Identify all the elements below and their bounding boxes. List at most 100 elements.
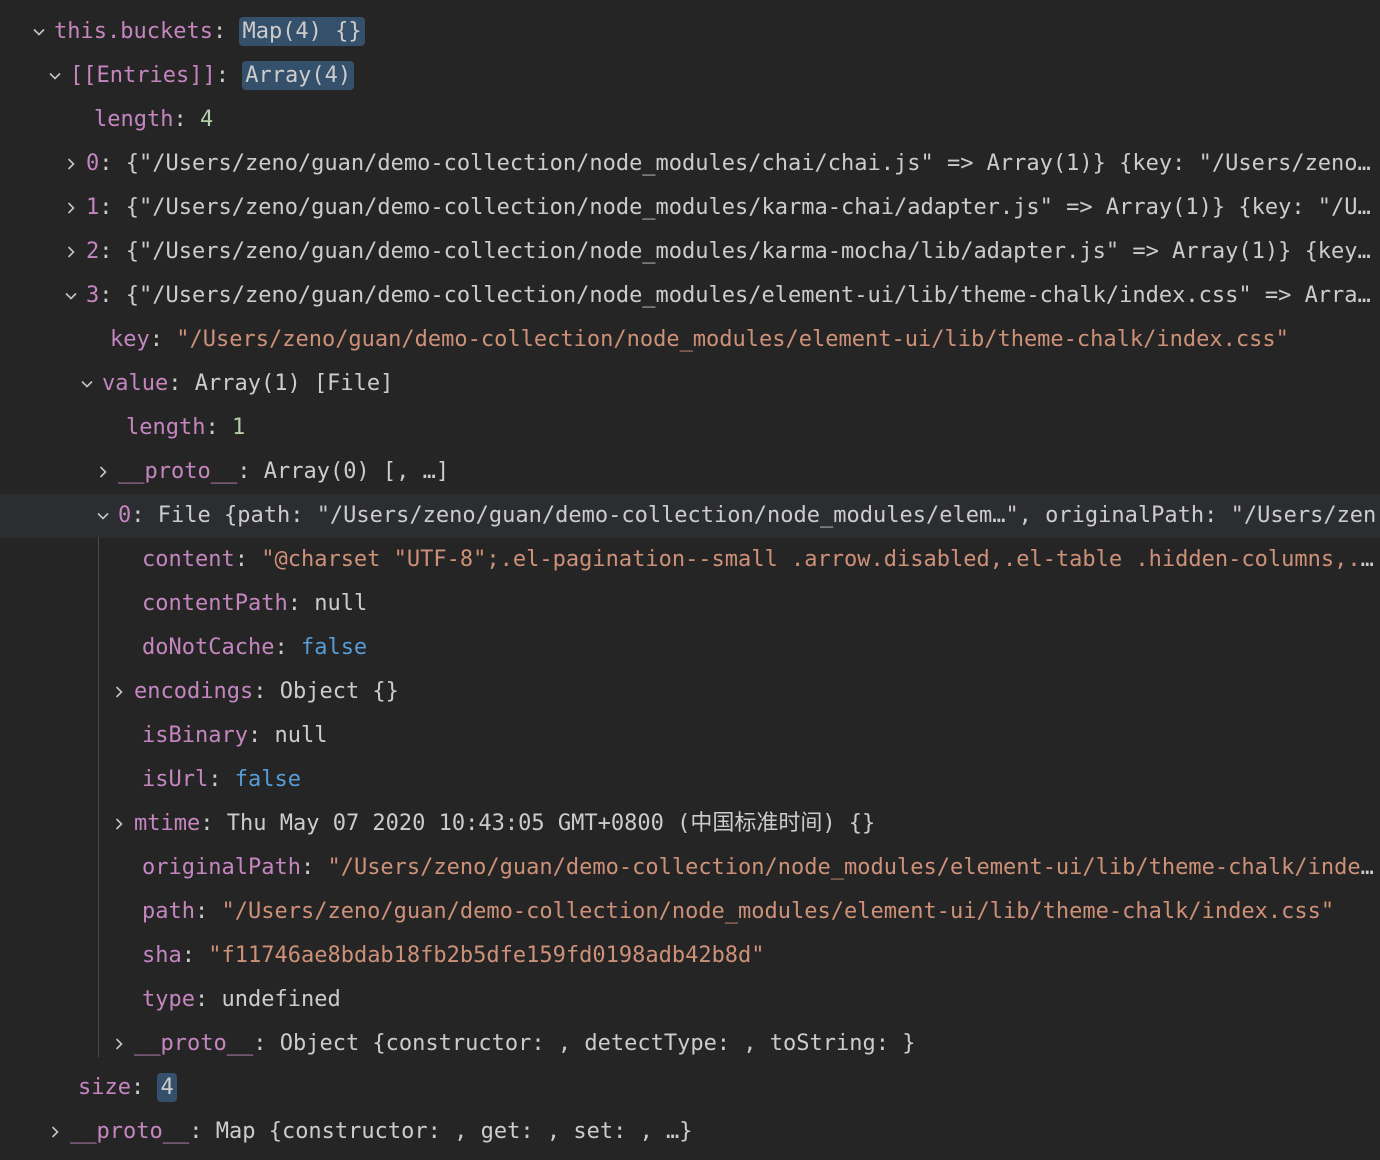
variable-value: null xyxy=(314,591,368,616)
variable-row[interactable]: mtime: Thu May 07 2020 10:43:05 GMT+0800… xyxy=(0,802,1380,846)
chevron-down-icon[interactable] xyxy=(78,362,96,406)
variable-value: 4 xyxy=(199,107,214,132)
variable-name: value xyxy=(102,371,169,396)
variable-value: "@charset "UTF-8";.el-pagination--small … xyxy=(261,547,1380,572)
variable-value: Array(4) xyxy=(242,61,355,90)
colon-separator: : xyxy=(99,195,126,220)
variable-row[interactable]: encodings: Object {} xyxy=(0,670,1380,714)
colon-separator: : xyxy=(253,1031,280,1056)
variable-name: 3 xyxy=(86,283,100,308)
variable-value: {"/Users/zeno/guan/demo-collection/node_… xyxy=(125,239,1380,264)
variable-name: 1 xyxy=(86,195,100,220)
variable-value: undefined xyxy=(221,987,341,1012)
variable-name: doNotCache xyxy=(142,635,275,660)
chevron-down-icon[interactable] xyxy=(30,10,48,54)
chevron-right-icon[interactable] xyxy=(62,142,80,186)
colon-separator: : xyxy=(234,547,262,572)
variable-row[interactable]: 0: {"/Users/zeno/guan/demo-collection/no… xyxy=(0,142,1380,186)
colon-separator: : xyxy=(253,679,280,704)
variable-row[interactable]: isBinary: null xyxy=(0,714,1380,758)
colon-separator: : xyxy=(149,327,177,352)
variable-name: 0 xyxy=(86,151,100,176)
variable-row[interactable]: contentPath: null xyxy=(0,582,1380,626)
variable-name: __proto__ xyxy=(70,1119,190,1144)
variable-value: "/Users/zeno/guan/demo-collection/node_m… xyxy=(221,899,1335,924)
variable-name: __proto__ xyxy=(118,459,238,484)
variable-name: path xyxy=(142,899,195,924)
variable-row[interactable]: sha: "f11746ae8bdab18fb2b5dfe159fd0198ad… xyxy=(0,934,1380,978)
variable-value: false xyxy=(234,767,301,792)
colon-separator: : xyxy=(99,283,126,308)
variable-row[interactable]: size: 4 xyxy=(0,1066,1380,1110)
variable-row[interactable]: __proto__: Map {constructor: , get: , se… xyxy=(0,1110,1380,1154)
variable-value: Object {} xyxy=(279,679,399,704)
variable-row[interactable]: originalPath: "/Users/zeno/guan/demo-col… xyxy=(0,846,1380,890)
variable-value: 1 xyxy=(231,415,246,440)
variable-row[interactable]: __proto__: Object {constructor: , detect… xyxy=(0,1022,1380,1066)
variable-row[interactable]: length: 4 xyxy=(0,98,1380,142)
variable-row[interactable]: 0: File {path: "/Users/zeno/guan/demo-co… xyxy=(0,494,1380,538)
variable-value: "f11746ae8bdab18fb2b5dfe159fd0198adb42b8… xyxy=(208,943,765,968)
variable-value: null xyxy=(274,723,328,748)
variable-name: key xyxy=(110,327,150,352)
variable-name: 0 xyxy=(118,503,132,528)
variable-value: {"/Users/zeno/guan/demo-collection/node_… xyxy=(125,283,1380,308)
variable-row[interactable]: length: 1 xyxy=(0,406,1380,450)
chevron-right-icon[interactable] xyxy=(110,802,128,846)
chevron-right-icon[interactable] xyxy=(62,230,80,274)
variable-value: Object {constructor: , detectType: , toS… xyxy=(279,1031,916,1056)
variable-name: __proto__ xyxy=(134,1031,254,1056)
variable-row[interactable]: this.buckets: Map(4) {} xyxy=(0,10,1380,54)
variable-value: {"/Users/zeno/guan/demo-collection/node_… xyxy=(125,195,1380,220)
variable-row[interactable]: 3: {"/Users/zeno/guan/demo-collection/no… xyxy=(0,274,1380,318)
variable-row[interactable]: __proto__: Array(0) [, …] xyxy=(0,450,1380,494)
variable-value: false xyxy=(300,635,368,660)
variable-name: length xyxy=(94,107,174,132)
colon-separator: : xyxy=(274,635,301,660)
variable-row[interactable]: doNotCache: false xyxy=(0,626,1380,670)
variable-row[interactable]: content: "@charset "UTF-8";.el-paginatio… xyxy=(0,538,1380,582)
variable-row[interactable]: value: Array(1) [File] xyxy=(0,362,1380,406)
debug-variables-tree: this.buckets: Map(4) {} [[Entries]]: Arra… xyxy=(0,10,1380,1154)
chevron-right-icon[interactable] xyxy=(110,670,128,714)
chevron-down-icon[interactable] xyxy=(94,494,112,538)
indent-guide xyxy=(98,537,99,1057)
colon-separator: : xyxy=(173,107,200,132)
variable-name: contentPath xyxy=(142,591,288,616)
variable-row[interactable]: 2: {"/Users/zeno/guan/demo-collection/no… xyxy=(0,230,1380,274)
chevron-right-icon[interactable] xyxy=(62,186,80,230)
colon-separator: : xyxy=(168,371,195,396)
variable-row[interactable]: type: undefined xyxy=(0,978,1380,1022)
colon-separator: : xyxy=(189,1119,216,1144)
colon-separator: : xyxy=(237,459,264,484)
variable-name: size xyxy=(78,1075,131,1100)
colon-separator: : xyxy=(99,151,126,176)
variable-name: [[Entries]] xyxy=(70,63,216,88)
variable-value: Array(1) [File] xyxy=(194,371,394,396)
chevron-down-icon[interactable] xyxy=(46,54,64,98)
variable-name: sha xyxy=(142,943,182,968)
colon-separator: : xyxy=(212,19,240,44)
chevron-right-icon[interactable] xyxy=(110,1022,128,1066)
variable-name: isUrl xyxy=(142,767,209,792)
chevron-right-icon[interactable] xyxy=(94,450,112,494)
variable-name: this.buckets xyxy=(54,19,213,44)
variable-value: File {path: "/Users/zeno/guan/demo-colle… xyxy=(157,503,1377,528)
variable-name: 2 xyxy=(86,239,100,264)
chevron-right-icon[interactable] xyxy=(46,1110,64,1154)
variable-name: type xyxy=(142,987,195,1012)
variable-row[interactable]: key: "/Users/zeno/guan/demo-collection/n… xyxy=(0,318,1380,362)
colon-separator: : xyxy=(247,723,275,748)
colon-separator: : xyxy=(200,811,227,836)
colon-separator: : xyxy=(287,591,315,616)
variable-row[interactable]: isUrl: false xyxy=(0,758,1380,802)
variable-row[interactable]: [[Entries]]: Array(4) xyxy=(0,54,1380,98)
chevron-down-icon[interactable] xyxy=(62,274,80,318)
colon-separator: : xyxy=(194,899,222,924)
colon-separator: : xyxy=(181,943,209,968)
variable-name: encodings xyxy=(134,679,254,704)
variable-row[interactable]: path: "/Users/zeno/guan/demo-collection/… xyxy=(0,890,1380,934)
colon-separator: : xyxy=(194,987,222,1012)
variable-row[interactable]: 1: {"/Users/zeno/guan/demo-collection/no… xyxy=(0,186,1380,230)
variable-value: Thu May 07 2020 10:43:05 GMT+0800 (中国标准时… xyxy=(226,811,876,836)
